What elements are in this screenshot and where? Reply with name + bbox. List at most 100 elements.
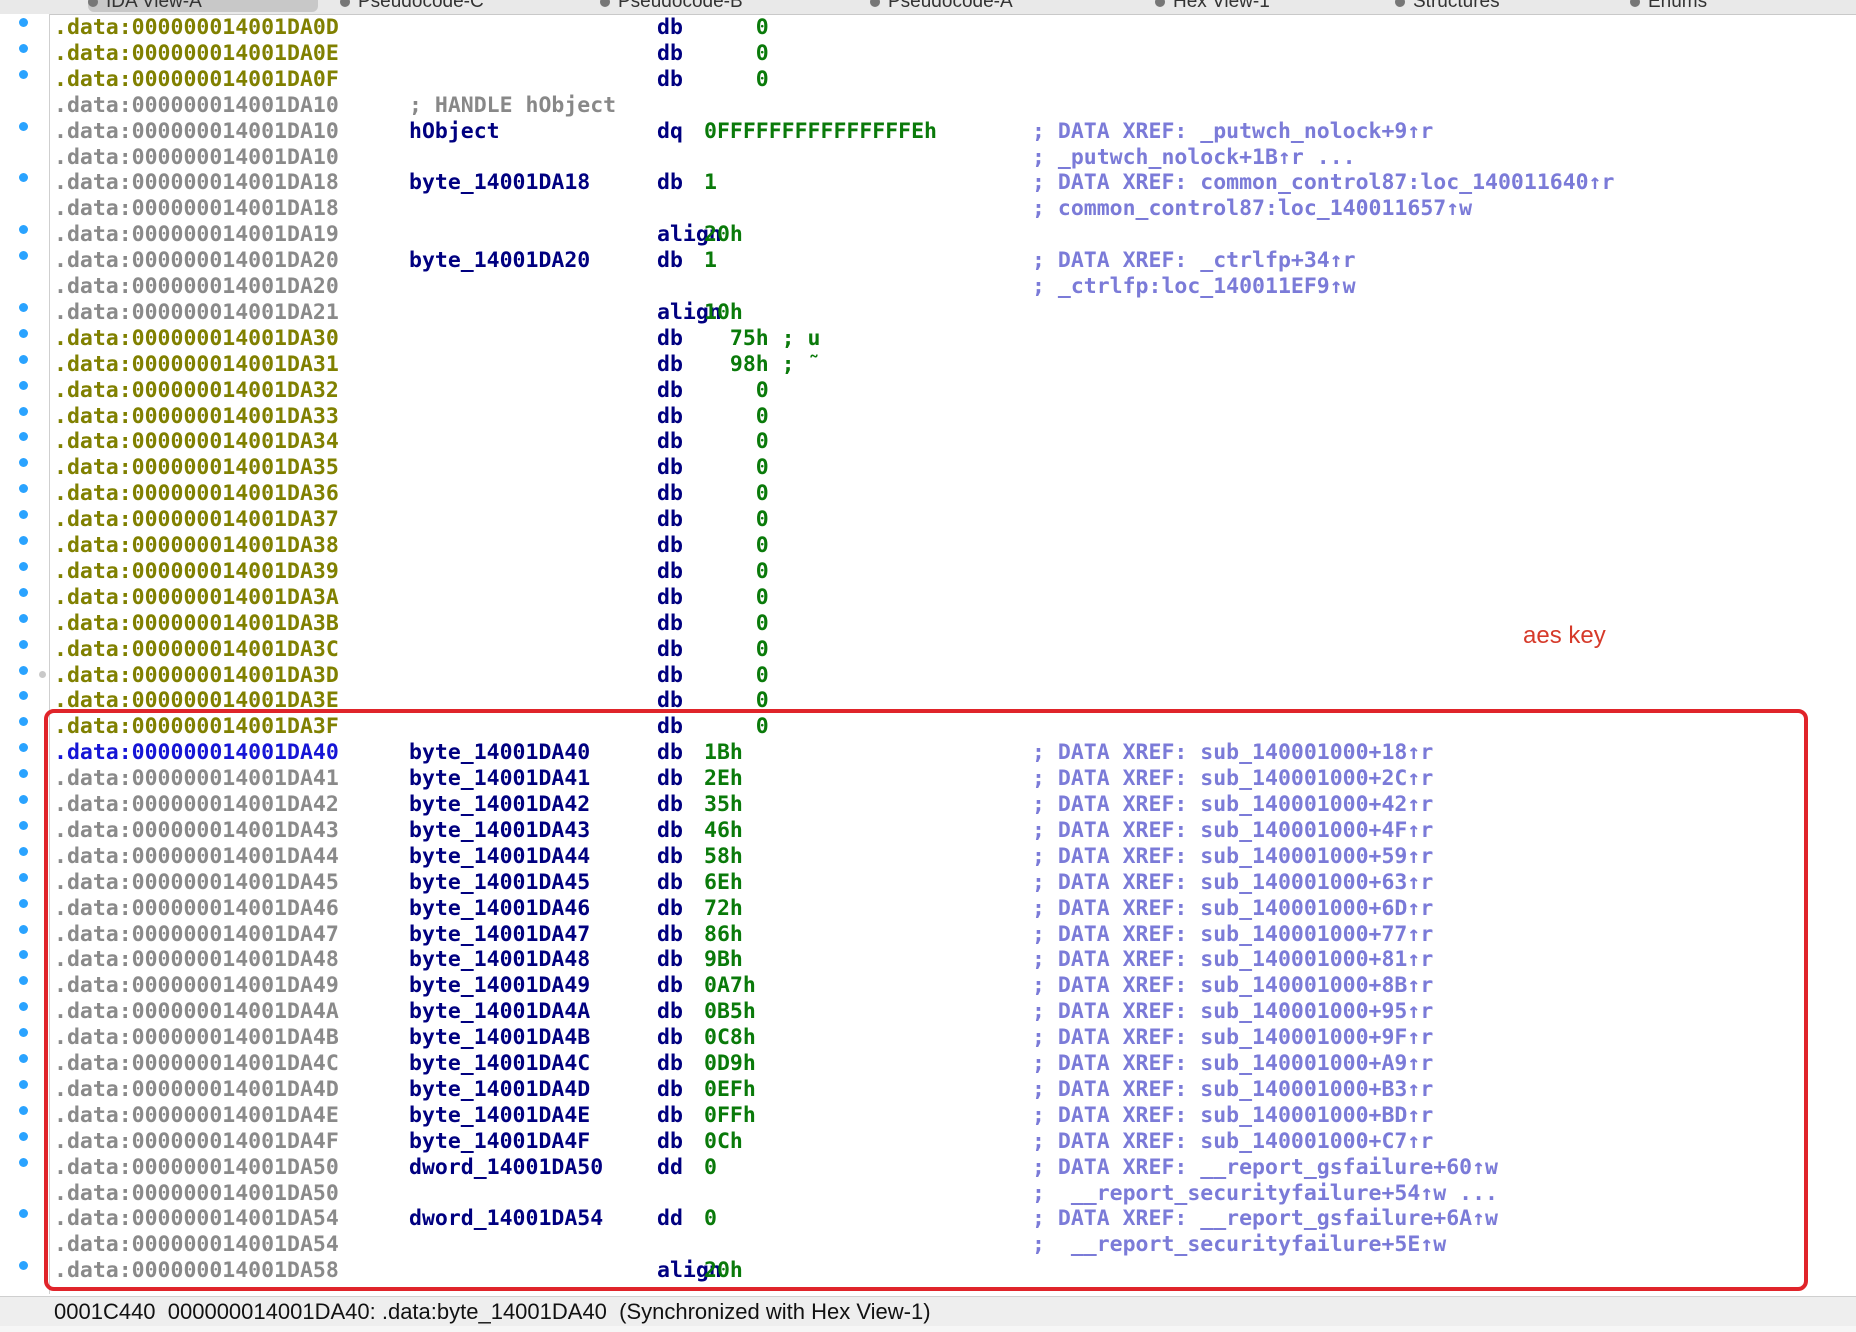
breakpoint-dot-icon[interactable] (19, 380, 28, 390)
row-operand[interactable]: 0 (704, 15, 769, 41)
row-address[interactable]: .data:000000014001DA34 (54, 429, 339, 455)
row-operand[interactable]: 0 (704, 404, 769, 430)
row-address[interactable]: .data:000000014001DA10 (54, 145, 339, 171)
listing-row[interactable]: .data:000000014001DA36 db 0 (0, 481, 1856, 507)
breakpoint-dot-icon[interactable] (19, 69, 28, 79)
row-address[interactable]: .data:000000014001DA19 (54, 222, 339, 248)
row-address[interactable]: .data:000000014001DA3C (54, 637, 339, 663)
listing-row[interactable]: .data:000000014001DA35 db 0 (0, 455, 1856, 481)
row-operand[interactable]: 0 (704, 637, 769, 663)
row-operand[interactable]: 98h ; ˜ (704, 352, 821, 378)
row-address[interactable]: .data:000000014001DA3B (54, 611, 339, 637)
row-label[interactable]: byte_14001DA18 (409, 170, 590, 196)
listing-row[interactable]: .data:000000014001DA10 hObject dq 0FFFFFFFF… (0, 119, 1856, 145)
breakpoint-dot-icon[interactable] (19, 872, 28, 882)
listing-row[interactable]: .data:000000014001DA0D db 0 (0, 15, 1856, 41)
row-label[interactable]: ; HANDLE hObject (409, 93, 616, 119)
breakpoint-dot-icon[interactable] (19, 1105, 28, 1115)
listing-row[interactable]: .data:000000014001DA3A db 0 (0, 585, 1856, 611)
listing-row[interactable]: .data:000000014001DA20 byte_14001DA20 db 1;… (0, 248, 1856, 274)
row-address[interactable]: .data:000000014001DA20 (54, 274, 339, 300)
row-address[interactable]: .data:000000014001DA31 (54, 352, 339, 378)
breakpoint-dot-icon[interactable] (19, 302, 28, 312)
breakpoint-dot-icon[interactable] (19, 613, 28, 623)
breakpoint-dot-icon[interactable] (19, 820, 28, 830)
row-xref-comment[interactable]: ; _putwch_nolock+1B↑r ... (1032, 145, 1356, 171)
breakpoint-dot-icon[interactable] (19, 1054, 28, 1063)
row-operand[interactable]: 0 (704, 585, 769, 611)
row-address[interactable]: .data:000000014001DA36 (54, 481, 339, 507)
row-operand[interactable]: 0 (704, 481, 769, 507)
row-address[interactable]: .data:000000014001DA0D (54, 15, 339, 41)
row-address[interactable]: .data:000000014001DA10 (54, 119, 339, 145)
listing-row[interactable]: .data:000000014001DA34 db 0 (0, 429, 1856, 455)
listing-row[interactable]: .data:000000014001DA38 db 0 (0, 533, 1856, 559)
row-operand[interactable]: 1 (704, 248, 717, 274)
breakpoint-dot-icon[interactable] (19, 795, 28, 804)
breakpoint-dot-icon[interactable] (19, 43, 28, 53)
row-operand[interactable]: 0 (704, 507, 769, 533)
listing-row[interactable]: .data:000000014001DA37 db 0 (0, 507, 1856, 533)
listing-row[interactable]: .data:000000014001DA18 byte_14001DA18 db 1;… (0, 170, 1856, 196)
row-operand[interactable]: 0 (704, 429, 769, 455)
breakpoint-dot-icon[interactable] (19, 18, 28, 27)
listing-row[interactable]: .data:000000014001DA19 align 20h (0, 222, 1856, 248)
row-address[interactable]: .data:000000014001DA37 (54, 507, 339, 533)
row-address[interactable]: .data:000000014001DA38 (54, 533, 339, 559)
breakpoint-dot-icon[interactable] (19, 121, 28, 131)
row-address[interactable]: .data:000000014001DA18 (54, 170, 339, 196)
listing-row[interactable]: .data:000000014001DA20 ; _ctrlfp:loc_1400… (0, 274, 1856, 300)
breakpoint-dot-icon[interactable] (19, 639, 28, 649)
row-xref-comment[interactable]: ; _ctrlfp:loc_140011EF9↑w (1032, 274, 1356, 300)
listing-row[interactable]: .data:000000014001DA3D db 0 (0, 663, 1856, 689)
row-address[interactable]: .data:000000014001DA20 (54, 248, 339, 274)
row-xref-comment[interactable]: ; common_control87:loc_140011657↑w (1032, 196, 1472, 222)
breakpoint-dot-icon[interactable] (19, 1157, 28, 1167)
listing-row[interactable]: .data:000000014001DA0E db 0 (0, 41, 1856, 67)
row-address[interactable]: .data:000000014001DA33 (54, 404, 339, 430)
breakpoint-dot-icon[interactable] (19, 328, 28, 338)
row-address[interactable]: .data:000000014001DA39 (54, 559, 339, 585)
breakpoint-dot-icon[interactable] (19, 587, 28, 597)
row-label[interactable]: byte_14001DA20 (409, 248, 590, 274)
row-operand[interactable]: 0 (704, 611, 769, 637)
row-address[interactable]: .data:000000014001DA30 (54, 326, 339, 352)
breakpoint-dot-icon[interactable] (19, 1079, 28, 1089)
listing-row[interactable]: .data:000000014001DA0F db 0 (0, 67, 1856, 93)
breakpoint-dot-icon[interactable] (19, 846, 28, 856)
row-operand[interactable]: 0 (704, 533, 769, 559)
breakpoint-dot-icon[interactable] (19, 1131, 28, 1141)
listing-row[interactable]: .data:000000014001DA10 ; HANDLE hObject (0, 93, 1856, 119)
listing-row[interactable]: .data:000000014001DA10 ; _putwch_nolock+1… (0, 145, 1856, 171)
listing-row[interactable]: .data:000000014001DA39 db 0 (0, 559, 1856, 585)
listing-row[interactable]: .data:000000014001DA18 ; common_control87… (0, 196, 1856, 222)
row-address[interactable]: .data:000000014001DA35 (54, 455, 339, 481)
breakpoint-dot-icon[interactable] (19, 561, 28, 571)
row-address[interactable]: .data:000000014001DA21 (54, 300, 339, 326)
row-xref-comment[interactable]: ; DATA XREF: common_control87:loc_140011… (1032, 170, 1614, 196)
breakpoint-dot-icon[interactable] (19, 898, 28, 908)
row-address[interactable]: .data:000000014001DA32 (54, 378, 339, 404)
listing-row[interactable]: .data:000000014001DA30 db 75h ; u (0, 326, 1856, 352)
listing-row[interactable]: .data:000000014001DA21 align 10h (0, 300, 1856, 326)
listing-row[interactable]: .data:000000014001DA31 db 98h ; ˜ (0, 352, 1856, 378)
row-operand[interactable]: 1 (704, 170, 717, 196)
row-address[interactable]: .data:000000014001DA0F (54, 67, 339, 93)
row-operand[interactable]: 0 (704, 67, 769, 93)
row-operand[interactable]: 0 (704, 378, 769, 404)
breakpoint-dot-icon[interactable] (19, 665, 28, 675)
row-operand[interactable]: 0 (704, 559, 769, 585)
listing-row[interactable]: .data:000000014001DA32 db 0 (0, 378, 1856, 404)
row-address[interactable]: .data:000000014001DA0E (54, 41, 339, 67)
breakpoint-dot-icon[interactable] (19, 924, 28, 934)
breakpoint-dot-icon[interactable] (19, 536, 28, 545)
row-address[interactable]: .data:000000014001DA3D (54, 663, 339, 689)
row-operand[interactable]: 0 (704, 41, 769, 67)
row-address[interactable]: .data:000000014001DA18 (54, 196, 339, 222)
row-operand[interactable]: 0 (704, 455, 769, 481)
row-operand[interactable]: 20h (704, 222, 743, 248)
row-address[interactable]: .data:000000014001DA10 (54, 93, 339, 119)
breakpoint-dot-icon[interactable] (19, 354, 28, 364)
breakpoint-dot-icon[interactable] (19, 406, 28, 416)
row-operand[interactable]: 0FFFFFFFFFFFFFFFEh (704, 119, 937, 145)
